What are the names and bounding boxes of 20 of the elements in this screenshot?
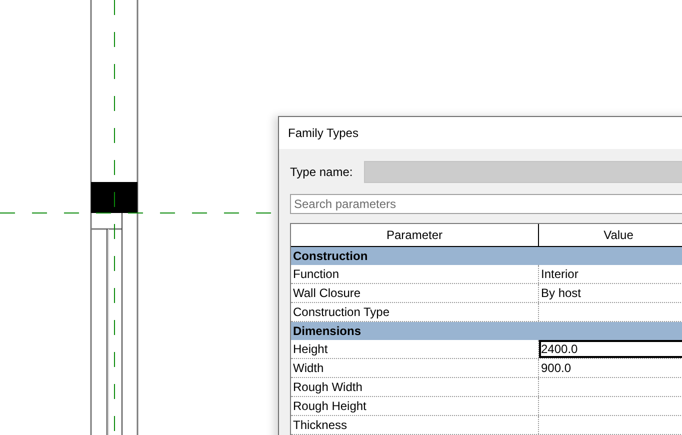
group-header[interactable]: Dimensions <box>291 322 682 340</box>
parameter-cell: Construction Type <box>291 303 539 321</box>
type-name-label: Type name: <box>290 165 353 179</box>
parameter-cell: Height <box>291 340 539 358</box>
value-cell[interactable]: Interior <box>539 265 682 283</box>
column-header[interactable]: Value <box>539 224 682 246</box>
value-cell[interactable]: 900.0 <box>539 359 682 377</box>
column-header[interactable]: Parameter <box>291 224 539 246</box>
group-header[interactable]: Construction <box>291 247 682 265</box>
parameter-cell: Wall Closure <box>291 284 539 302</box>
value-cell[interactable]: By host <box>539 284 682 302</box>
dialog-title: Family Types <box>279 117 682 149</box>
parameter-cell: Function <box>291 265 539 283</box>
search-field[interactable]: Search parameters <box>290 194 682 214</box>
value-cell[interactable]: 2400.0 <box>539 340 682 358</box>
parameter-cell: Width <box>291 359 539 377</box>
parameter-cell: Thickness <box>291 416 539 434</box>
parameter-cell: Rough Height <box>291 397 539 415</box>
type-name-field[interactable] <box>364 161 682 183</box>
parameter-cell: Rough Width <box>291 378 539 396</box>
